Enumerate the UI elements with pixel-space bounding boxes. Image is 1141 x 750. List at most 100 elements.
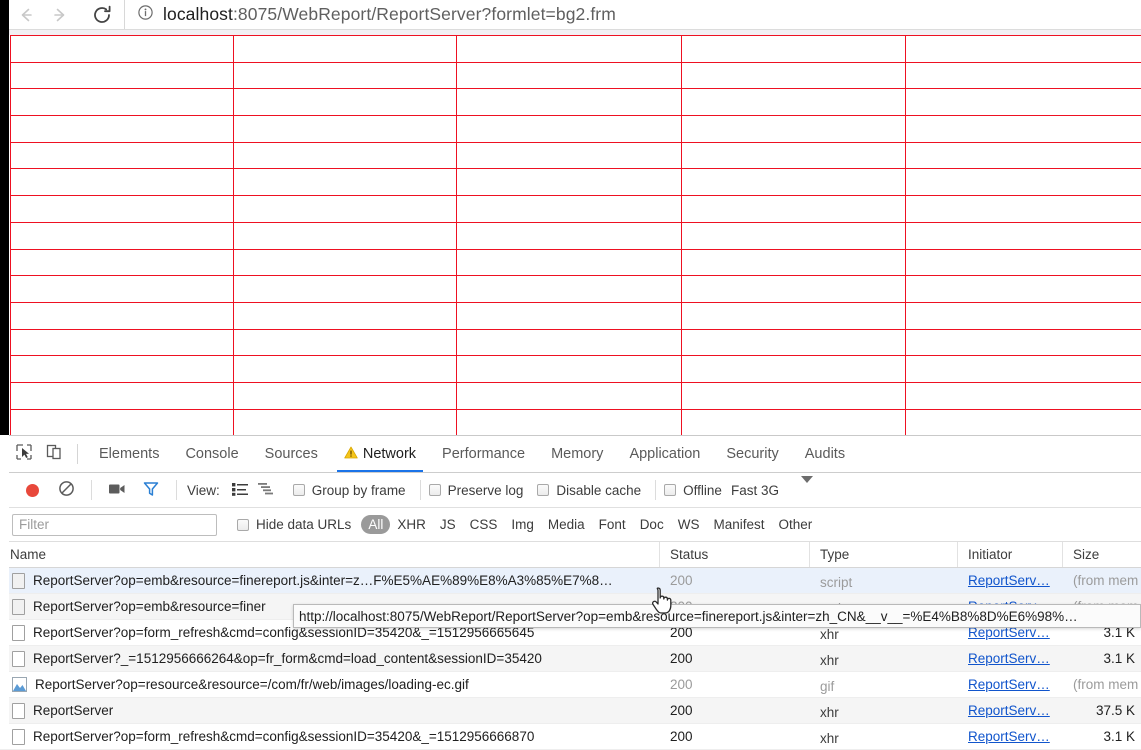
column-header-size[interactable]: Size bbox=[1063, 542, 1141, 567]
tab-memory[interactable]: Memory bbox=[538, 437, 616, 472]
report-grid-cell[interactable] bbox=[11, 36, 234, 63]
report-grid-cell[interactable] bbox=[11, 196, 234, 223]
report-grid-cell[interactable] bbox=[682, 89, 906, 116]
inspect-element-button[interactable] bbox=[9, 437, 39, 471]
tab-console[interactable]: Console bbox=[172, 437, 251, 472]
report-grid-cell[interactable] bbox=[11, 276, 234, 303]
report-grid-cell[interactable] bbox=[457, 89, 682, 116]
report-grid-cell[interactable] bbox=[234, 409, 457, 435]
report-grid-cell[interactable] bbox=[906, 409, 1141, 435]
device-toolbar-button[interactable] bbox=[39, 437, 69, 471]
initiator-link[interactable]: ReportServ… bbox=[968, 703, 1050, 718]
view-waterfall-button[interactable] bbox=[253, 477, 279, 503]
tab-security[interactable]: Security bbox=[713, 437, 791, 472]
report-grid-cell[interactable] bbox=[682, 356, 906, 383]
report-grid-cell[interactable] bbox=[234, 89, 457, 116]
disable-cache-checkbox[interactable]: Disable cache bbox=[537, 483, 641, 498]
type-filter-media[interactable]: Media bbox=[541, 515, 592, 534]
report-grid-cell[interactable] bbox=[234, 142, 457, 169]
address-bar[interactable]: localhost:8075/WebReport/ReportServer?fo… bbox=[124, 0, 1141, 29]
record-button[interactable] bbox=[15, 477, 49, 503]
report-grid-cell[interactable] bbox=[11, 142, 234, 169]
report-grid-cell[interactable] bbox=[234, 62, 457, 89]
report-grid-cell[interactable] bbox=[11, 356, 234, 383]
report-grid-cell[interactable] bbox=[906, 142, 1141, 169]
report-grid-cell[interactable] bbox=[11, 382, 234, 409]
report-grid-cell[interactable] bbox=[11, 89, 234, 116]
type-filter-css[interactable]: CSS bbox=[463, 515, 505, 534]
report-grid-cell[interactable] bbox=[457, 302, 682, 329]
forward-button[interactable] bbox=[43, 0, 77, 29]
report-grid-cell[interactable] bbox=[906, 116, 1141, 143]
view-list-button[interactable] bbox=[227, 477, 253, 503]
type-filter-doc[interactable]: Doc bbox=[633, 515, 671, 534]
table-row[interactable]: ReportServer200xhrReportServ…37.5 K bbox=[0, 698, 1141, 724]
column-header-status[interactable]: Status bbox=[660, 542, 810, 567]
tab-performance[interactable]: Performance bbox=[429, 437, 538, 472]
report-grid-cell[interactable] bbox=[457, 36, 682, 63]
report-grid-cell[interactable] bbox=[457, 169, 682, 196]
reload-button[interactable] bbox=[85, 0, 119, 29]
report-grid-cell[interactable] bbox=[234, 36, 457, 63]
report-grid-cell[interactable] bbox=[906, 276, 1141, 303]
report-grid-cell[interactable] bbox=[906, 356, 1141, 383]
column-header-initiator[interactable]: Initiator bbox=[958, 542, 1063, 567]
tab-application[interactable]: Application bbox=[616, 437, 713, 472]
tab-sources[interactable]: Sources bbox=[252, 437, 331, 472]
initiator-link[interactable]: ReportServ… bbox=[968, 651, 1050, 666]
offline-checkbox[interactable]: Offline bbox=[664, 483, 722, 498]
report-grid-cell[interactable] bbox=[682, 36, 906, 63]
throttle-value[interactable]: Fast 3G bbox=[731, 483, 779, 498]
chevron-down-icon[interactable] bbox=[801, 483, 813, 498]
report-grid-cell[interactable] bbox=[682, 302, 906, 329]
type-filter-font[interactable]: Font bbox=[592, 515, 633, 534]
report-grid-cell[interactable] bbox=[234, 196, 457, 223]
report-grid-cell[interactable] bbox=[11, 222, 234, 249]
report-grid-cell[interactable] bbox=[457, 142, 682, 169]
report-grid-cell[interactable] bbox=[682, 409, 906, 435]
type-filter-js[interactable]: JS bbox=[433, 515, 463, 534]
filter-input[interactable] bbox=[12, 514, 217, 536]
report-grid-cell[interactable] bbox=[906, 329, 1141, 356]
report-grid-cell[interactable] bbox=[234, 169, 457, 196]
report-grid-cell[interactable] bbox=[906, 222, 1141, 249]
report-grid-cell[interactable] bbox=[682, 382, 906, 409]
report-grid-cell[interactable] bbox=[682, 222, 906, 249]
report-grid-cell[interactable] bbox=[682, 142, 906, 169]
type-filter-img[interactable]: Img bbox=[504, 515, 541, 534]
report-grid-cell[interactable] bbox=[457, 249, 682, 276]
hide-data-urls-checkbox[interactable]: Hide data URLs bbox=[237, 517, 351, 532]
report-grid-cell[interactable] bbox=[11, 116, 234, 143]
column-header-name[interactable]: Name bbox=[0, 542, 660, 567]
report-grid-cell[interactable] bbox=[457, 356, 682, 383]
report-grid-cell[interactable] bbox=[234, 222, 457, 249]
back-button[interactable] bbox=[9, 0, 43, 29]
report-grid-cell[interactable] bbox=[11, 302, 234, 329]
report-grid-cell[interactable] bbox=[234, 302, 457, 329]
report-grid-cell[interactable] bbox=[457, 329, 682, 356]
table-row[interactable]: ReportServer?_=1512956666264&op=fr_form&… bbox=[0, 646, 1141, 672]
column-header-type[interactable]: Type bbox=[810, 542, 958, 567]
table-row[interactable]: ReportServer?op=emb&resource=finereport.… bbox=[0, 568, 1141, 594]
report-grid-cell[interactable] bbox=[906, 36, 1141, 63]
initiator-link[interactable]: ReportServ… bbox=[968, 729, 1050, 744]
report-grid-cell[interactable] bbox=[11, 409, 234, 435]
filter-toggle-button[interactable] bbox=[134, 477, 168, 503]
type-filter-xhr[interactable]: XHR bbox=[390, 515, 433, 534]
report-grid-cell[interactable] bbox=[682, 169, 906, 196]
group-by-frame-checkbox[interactable]: Group by frame bbox=[293, 483, 406, 498]
report-grid-cell[interactable] bbox=[906, 249, 1141, 276]
type-filter-manifest[interactable]: Manifest bbox=[706, 515, 771, 534]
table-row[interactable]: ReportServer?op=form_refresh&cmd=config&… bbox=[0, 724, 1141, 750]
report-grid-cell[interactable] bbox=[906, 89, 1141, 116]
report-grid-cell[interactable] bbox=[906, 302, 1141, 329]
report-grid-cell[interactable] bbox=[682, 276, 906, 303]
report-grid-cell[interactable] bbox=[457, 116, 682, 143]
report-grid-cell[interactable] bbox=[906, 62, 1141, 89]
report-grid-cell[interactable] bbox=[457, 222, 682, 249]
report-grid-cell[interactable] bbox=[234, 276, 457, 303]
report-grid-cell[interactable] bbox=[682, 196, 906, 223]
capture-screenshots-button[interactable] bbox=[100, 477, 134, 503]
page-info-icon[interactable] bbox=[137, 4, 154, 26]
type-filter-ws[interactable]: WS bbox=[671, 515, 707, 534]
